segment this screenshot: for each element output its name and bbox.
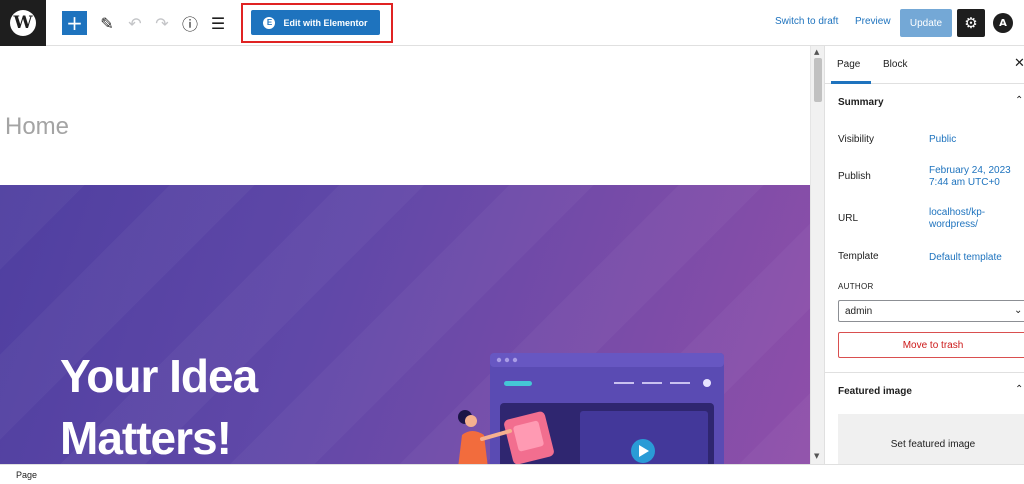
wordpress-icon: W xyxy=(10,10,36,36)
author-selected-value: admin xyxy=(845,306,873,317)
scroll-down-arrow-icon[interactable]: ▼ xyxy=(814,452,819,460)
scroll-thumb[interactable] xyxy=(814,58,822,102)
url-label: URL xyxy=(838,213,859,224)
active-tab-indicator xyxy=(831,81,871,84)
add-block-button[interactable]: + xyxy=(62,11,87,35)
move-to-trash-button[interactable]: Move to trash xyxy=(838,332,1024,358)
settings-gear-icon[interactable]: ⚙ xyxy=(957,9,985,37)
browser-dot-3 xyxy=(512,357,518,363)
editor-toolbar: W + ✎ ↶ ↷ ⓘ ☰ E Edit with Elementor Swit… xyxy=(0,0,1024,46)
plus-icon: + xyxy=(66,11,83,35)
featured-image-section-title[interactable]: Featured image xyxy=(838,386,912,397)
hero-heading-line-1: Your Idea xyxy=(60,350,258,402)
page-title[interactable]: Home xyxy=(5,113,69,141)
author-select[interactable]: admin ⌄ xyxy=(838,300,1024,322)
featured-image-collapse-chevron-icon[interactable]: ⌃ xyxy=(1015,384,1023,395)
summary-collapse-chevron-icon[interactable]: ⌃ xyxy=(1015,95,1023,106)
canvas-scrollbar[interactable]: ▲ ▼ xyxy=(810,46,824,464)
section-divider xyxy=(825,372,1024,373)
set-featured-image-button[interactable]: Set featured image xyxy=(838,414,1024,464)
hero-cover-block[interactable]: Your Idea Matters! xyxy=(0,185,810,464)
block-breadcrumb-bar: Page xyxy=(0,464,1024,484)
nav-circle xyxy=(703,379,711,387)
person-head-shape xyxy=(465,415,477,427)
tab-page[interactable]: Page xyxy=(837,59,860,70)
publish-label: Publish xyxy=(838,171,871,182)
switch-to-draft-button[interactable]: Switch to draft xyxy=(775,16,838,27)
visibility-label: Visibility xyxy=(838,134,874,145)
scroll-up-arrow-icon[interactable]: ▲ xyxy=(814,48,819,56)
astra-settings-icon[interactable]: A xyxy=(993,13,1013,33)
nav-line-1 xyxy=(614,382,634,384)
update-button[interactable]: Update xyxy=(900,9,952,37)
person-body-shape xyxy=(458,431,488,464)
hero-heading[interactable]: Your Idea Matters! xyxy=(60,345,390,464)
summary-section-title[interactable]: Summary xyxy=(838,97,884,108)
tab-block[interactable]: Block xyxy=(883,59,907,70)
details-info-icon[interactable]: ⓘ xyxy=(180,12,200,34)
logo-bar-shape xyxy=(504,381,532,386)
hero-heading-line-2: Matters! xyxy=(60,412,232,464)
browser-dot-2 xyxy=(504,357,510,363)
edit-with-elementor-label: Edit with Elementor xyxy=(283,17,368,28)
url-value-link[interactable]: localhost/kp- wordpress/ xyxy=(929,207,1024,231)
elementor-icon: E xyxy=(263,16,276,29)
browser-dot-1 xyxy=(496,357,502,363)
tools-pencil-icon[interactable]: ✎ xyxy=(97,12,117,34)
set-featured-image-label: Set featured image xyxy=(890,438,976,450)
redo-icon[interactable]: ↷ xyxy=(152,12,172,34)
close-sidebar-icon[interactable]: ✕ xyxy=(1014,56,1024,71)
wordpress-logo-button[interactable]: W xyxy=(0,0,46,46)
browser-titlebar-shape xyxy=(490,353,724,367)
breadcrumb-page[interactable]: Page xyxy=(16,470,37,480)
nav-line-2 xyxy=(642,382,662,384)
edit-with-elementor-button[interactable]: E Edit with Elementor xyxy=(251,10,380,35)
publish-date-link[interactable]: February 24, 2023 7:44 am UTC+0 xyxy=(929,165,1024,189)
chevron-down-icon: ⌄ xyxy=(1014,305,1023,316)
settings-sidebar: Page Block ✕ Summary ⌃ Visibility Public… xyxy=(824,46,1024,464)
author-label: AUTHOR xyxy=(838,282,874,291)
visibility-value-link[interactable]: Public xyxy=(929,134,1024,146)
template-label: Template xyxy=(838,251,879,262)
hero-illustration xyxy=(458,353,724,464)
undo-icon[interactable]: ↶ xyxy=(125,12,145,34)
sidebar-tabs: Page Block ✕ xyxy=(825,46,1024,84)
template-value-link[interactable]: Default template xyxy=(929,252,1024,264)
editor-canvas: Home Your Idea Matters! xyxy=(0,46,810,464)
preview-button[interactable]: Preview xyxy=(855,16,891,27)
nav-line-3 xyxy=(670,382,690,384)
list-view-icon[interactable]: ☰ xyxy=(208,12,228,34)
